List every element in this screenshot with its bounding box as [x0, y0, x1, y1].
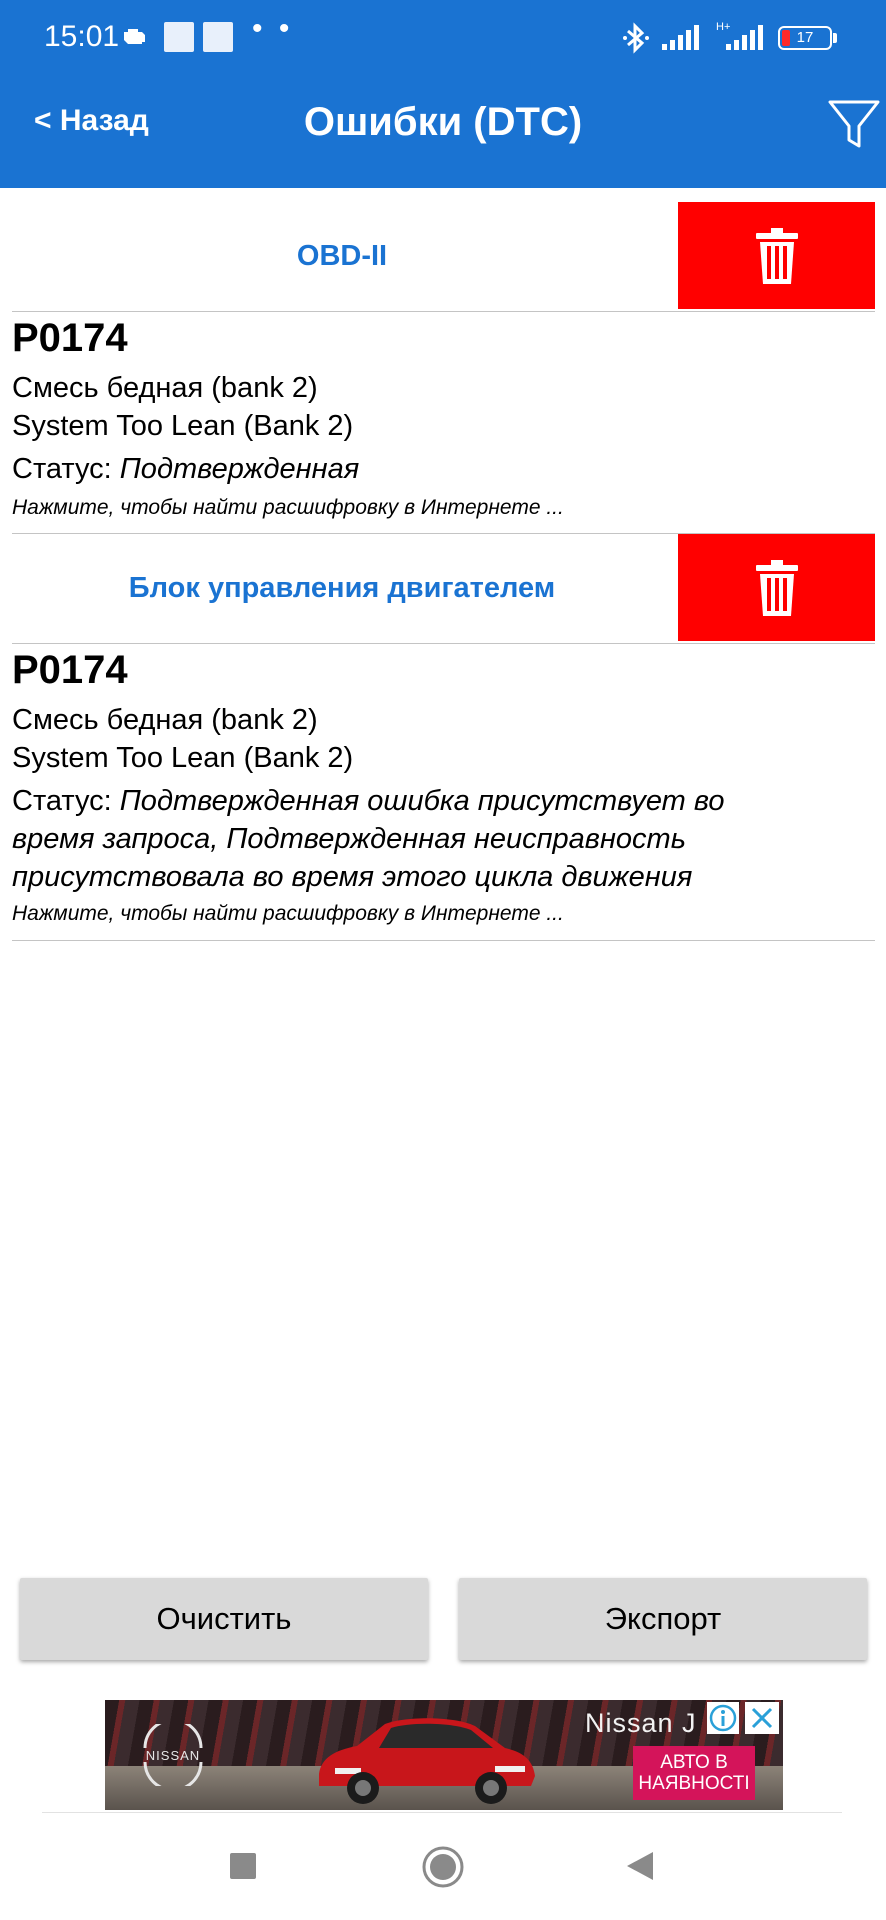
engine-icon: [124, 29, 145, 44]
dtc-status-value: Подтвержденная: [119, 453, 360, 485]
notification-icon: [203, 22, 233, 52]
export-button[interactable]: Экспорт: [459, 1578, 867, 1660]
signal-icon: [726, 25, 763, 50]
divider: [12, 940, 875, 941]
nissan-logo: NISSAN: [143, 1724, 203, 1786]
notification-icon: [164, 22, 194, 52]
section-title: Блок управления двигателем: [128, 572, 556, 604]
dtc-status: Статус: Подтвержденная: [12, 450, 792, 488]
dtc-code: P0174: [12, 648, 128, 692]
section-header-ecu: Блок управления двигателем: [0, 534, 886, 644]
section-header-obd2: OBD-II: [0, 202, 886, 312]
dtc-status: Статус: Подтвержденная ошибка присутству…: [12, 782, 792, 896]
nav-divider: [42, 1812, 842, 1813]
app-bar: 15:01 • • H+ 17 < Назад Ошибки (DTC): [0, 0, 886, 188]
more-notifications-icon: • •: [252, 12, 294, 45]
bluetooth-icon: [623, 22, 649, 54]
dtc-search-hint: Нажмите, чтобы найти расшифровку в Интер…: [12, 496, 564, 519]
page-title: Ошибки (DTC): [303, 100, 583, 144]
signal-icon: [662, 25, 699, 50]
car-image: [319, 1718, 535, 1804]
info-icon[interactable]: [707, 1702, 739, 1734]
close-icon[interactable]: [745, 1702, 779, 1734]
dtc-entry[interactable]: P0174 Смесь бедная (bank 2) System Too L…: [12, 316, 875, 532]
back-nav-icon[interactable]: [625, 1850, 655, 1882]
dtc-description-ru: Смесь бедная (bank 2): [12, 704, 318, 736]
divider: [12, 311, 875, 312]
delete-section-button[interactable]: [678, 202, 875, 309]
status-time: 15:01: [44, 20, 120, 53]
section-title: OBD-II: [296, 240, 388, 272]
dtc-status-value: Подтвержденная ошибка присутствует во вр…: [12, 785, 725, 893]
dtc-code: P0174: [12, 316, 128, 360]
trash-icon: [756, 560, 798, 616]
dtc-description-en: System Too Lean (Bank 2): [12, 742, 354, 774]
ad-brand-text: Nissan J: [585, 1708, 697, 1738]
dtc-search-hint: Нажмите, чтобы найти расшифровку в Интер…: [12, 902, 564, 925]
divider: [12, 643, 875, 644]
filter-icon[interactable]: [826, 96, 882, 152]
trash-icon: [756, 228, 798, 284]
home-icon[interactable]: [421, 1845, 465, 1889]
clear-button[interactable]: Очистить: [20, 1578, 428, 1660]
ad-logo-text: NISSAN: [146, 1748, 200, 1763]
battery-cap: [833, 33, 837, 43]
dtc-status-label: Статус:: [12, 453, 120, 485]
status-bar: 15:01 • • H+ 17: [0, 0, 886, 78]
delete-section-button[interactable]: [678, 534, 875, 641]
battery-level: 17: [796, 29, 814, 46]
ad-cta-badge: АВТО В НАЯВНОСТІ: [633, 1746, 755, 1800]
dtc-entry[interactable]: P0174 Смесь бедная (bank 2) System Too L…: [12, 648, 875, 938]
dtc-status-label: Статус:: [12, 785, 120, 817]
dtc-description-en: System Too Lean (Bank 2): [12, 410, 354, 442]
recent-apps-icon[interactable]: [229, 1852, 257, 1880]
dtc-description-ru: Смесь бедная (bank 2): [12, 372, 318, 404]
battery-icon: 17: [778, 26, 832, 50]
ad-banner[interactable]: NISSAN Nissan J АВТО В НАЯВНОСТІ: [105, 1700, 783, 1810]
